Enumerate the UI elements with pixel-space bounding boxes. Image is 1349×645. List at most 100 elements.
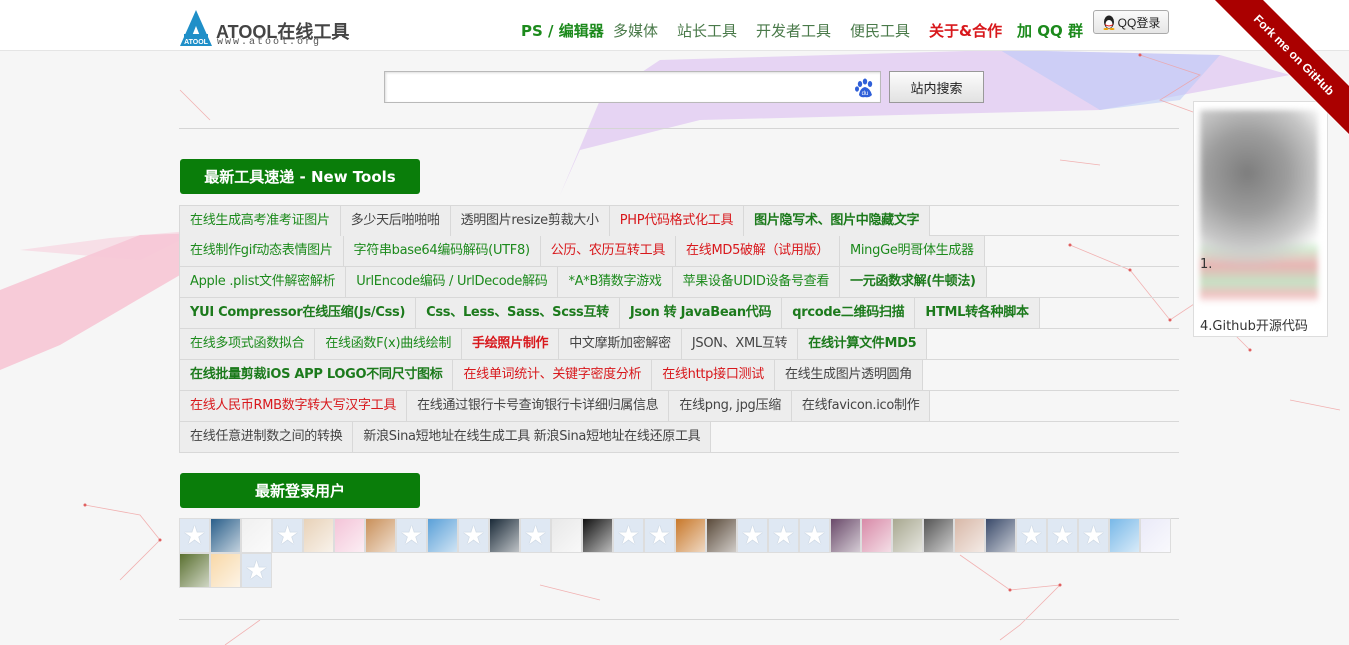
tool-link[interactable]: 在线通过银行卡号查询银行卡详细归属信息 [407, 391, 670, 421]
side-panel-item-4[interactable]: 4.Github开源代码 [1200, 315, 1308, 334]
user-avatar[interactable] [892, 518, 923, 553]
tool-link[interactable]: MingGe明哥体生成器 [839, 236, 985, 266]
tool-link[interactable]: 透明图片resize剪裁大小 [450, 206, 610, 236]
search-input[interactable] [385, 72, 845, 100]
user-avatar[interactable] [985, 518, 1016, 553]
user-avatar[interactable] [210, 518, 241, 553]
tool-link[interactable]: 手绘照片制作 [462, 329, 560, 359]
default-avatar-star-icon[interactable]: ★ [737, 518, 768, 553]
tool-link[interactable]: 在线人民币RMB数字转大写汉字工具 [179, 391, 408, 421]
star-icon: ★ [523, 520, 548, 551]
nav-item-about[interactable]: 关于&合作 [929, 20, 1002, 41]
default-avatar-star-icon[interactable]: ★ [520, 518, 551, 553]
default-avatar-star-icon[interactable]: ★ [1078, 518, 1109, 553]
user-avatar[interactable] [241, 518, 272, 553]
tool-link[interactable]: qrcode二维码扫描 [782, 298, 916, 328]
tool-link[interactable]: 在线计算文件MD5 [798, 329, 928, 359]
divider-bottom [179, 619, 1179, 620]
recent-users-heading: 最新登录用户 [180, 473, 420, 508]
baidu-paw-icon[interactable]: du [854, 77, 876, 99]
user-avatar[interactable] [551, 518, 582, 553]
github-ribbon[interactable]: Fork me on GitHub [1199, 0, 1349, 150]
tool-link[interactable]: HTML转各种脚本 [915, 298, 1040, 328]
user-avatar[interactable] [334, 518, 365, 553]
tool-row: YUI Compressor在线压缩(Js/Css) Css、Less、Sass、… [179, 298, 1179, 329]
top-navbar: ATOOL ATOOL在线工具 www.atool.org PS / 编辑器 多… [0, 0, 1349, 51]
new-tools-heading: 最新工具速递 - New Tools [180, 159, 420, 194]
default-avatar-star-icon[interactable]: ★ [396, 518, 427, 553]
default-avatar-star-icon[interactable]: ★ [179, 518, 210, 553]
tool-link[interactable]: 多少天后啪啪啪 [340, 206, 451, 236]
user-avatar[interactable] [427, 518, 458, 553]
site-logo[interactable]: ATOOL ATOOL在线工具 www.atool.org [178, 9, 363, 49]
tool-link[interactable]: 在线生成高考准考证图片 [179, 206, 341, 236]
nav-item-multimedia[interactable]: 多媒体 [613, 20, 658, 41]
user-avatar[interactable] [954, 518, 985, 553]
tool-link[interactable]: 公历、农历互转工具 [540, 236, 677, 266]
tool-row: Apple .plist文件解密解析 UrlEncode编码 / UrlDecod… [179, 267, 1179, 298]
tool-link[interactable]: 在线任意进制数之间的转换 [179, 422, 354, 452]
tool-link[interactable]: 苹果设备UDID设备号查看 [672, 267, 841, 297]
user-avatar[interactable] [706, 518, 737, 553]
tool-link[interactable]: 在线批量剪裁iOS APP LOGO不同尺寸图标 [179, 360, 454, 390]
tool-link[interactable]: 在线生成图片透明圆角 [774, 360, 923, 390]
default-avatar-star-icon[interactable]: ★ [613, 518, 644, 553]
tool-link[interactable]: JSON、XML互转 [681, 329, 799, 359]
tool-link[interactable]: 图片隐写术、图片中隐藏文字 [744, 206, 931, 236]
tool-link[interactable]: 在线MD5破解（试用版） [676, 236, 840, 266]
svg-text:du: du [862, 91, 869, 97]
nav-item-convenience-tools[interactable]: 便民工具 [850, 20, 910, 41]
tool-link[interactable]: 中文摩斯加密解密 [559, 329, 682, 359]
star-icon: ★ [647, 520, 672, 551]
qq-login-button[interactable]: QQ登录 [1093, 10, 1169, 34]
user-avatar[interactable] [582, 518, 613, 553]
tool-link[interactable]: 新浪Sina短地址在线生成工具 新浪Sina短地址在线还原工具 [353, 422, 712, 452]
default-avatar-star-icon[interactable]: ★ [799, 518, 830, 553]
default-avatar-star-icon[interactable]: ★ [644, 518, 675, 553]
tool-link[interactable]: UrlEncode编码 / UrlDecode解码 [346, 267, 559, 297]
tool-link[interactable]: 一元函数求解(牛顿法) [840, 267, 987, 297]
user-avatar[interactable] [179, 553, 210, 588]
default-avatar-star-icon[interactable]: ★ [1047, 518, 1078, 553]
tool-link[interactable]: PHP代码格式化工具 [609, 206, 745, 236]
user-avatar[interactable] [861, 518, 892, 553]
tool-row: 在线制作gif动态表情图片 字符串base64编码解码(UTF8) 公历、农历互转工… [179, 236, 1179, 267]
star-icon: ★ [1081, 520, 1106, 551]
nav-item-qq-group[interactable]: 加 QQ 群 [1017, 20, 1083, 41]
default-avatar-star-icon[interactable]: ★ [458, 518, 489, 553]
qq-login-label: QQ登录 [1117, 15, 1161, 30]
tool-link[interactable]: 在线制作gif动态表情图片 [179, 236, 344, 266]
tool-link[interactable]: Css、Less、Sass、Scss互转 [416, 298, 620, 328]
user-avatar[interactable] [365, 518, 396, 553]
user-avatar[interactable] [923, 518, 954, 553]
default-avatar-star-icon[interactable]: ★ [272, 518, 303, 553]
tool-link[interactable]: 在线函数F(x)曲线绘制 [315, 329, 463, 359]
nav-item-ps-editor[interactable]: PS / 编辑器 [521, 20, 604, 41]
tool-row: 在线批量剪裁iOS APP LOGO不同尺寸图标 在线单词统计、关键字密度分析 在线… [179, 360, 1179, 391]
user-avatar[interactable] [1140, 518, 1171, 553]
tool-link[interactable]: 在线多项式函数拟合 [179, 329, 316, 359]
tool-link[interactable]: 在线favicon.ico制作 [791, 391, 931, 421]
default-avatar-star-icon[interactable]: ★ [1016, 518, 1047, 553]
tool-link[interactable]: 字符串base64编码解码(UTF8) [343, 236, 541, 266]
user-avatar[interactable] [1109, 518, 1140, 553]
user-avatar[interactable] [303, 518, 334, 553]
tool-link[interactable]: Json 转 JavaBean代码 [619, 298, 783, 328]
tool-link[interactable]: 在线单词统计、关键字密度分析 [453, 360, 653, 390]
tool-link[interactable]: 在线http接口测试 [652, 360, 775, 390]
tool-link[interactable]: YUI Compressor在线压缩(Js/Css) [179, 298, 417, 328]
site-search-button[interactable]: 站内搜索 [889, 71, 984, 103]
user-avatar[interactable] [675, 518, 706, 553]
tool-link[interactable]: *A*B猜数字游戏 [558, 267, 673, 297]
recent-users-list: ★ ★ ★ ★ ★ ★ ★ ★ ★ ★ ★ ★ ★ ★ [179, 518, 1171, 588]
nav-item-developer-tools[interactable]: 开发者工具 [756, 20, 831, 41]
default-avatar-star-icon[interactable]: ★ [241, 553, 272, 588]
user-avatar[interactable] [830, 518, 861, 553]
tool-link[interactable]: Apple .plist文件解密解析 [179, 267, 347, 297]
side-panel-item-1[interactable]: 1. [1200, 257, 1212, 272]
tool-link[interactable]: 在线png, jpg压缩 [669, 391, 792, 421]
user-avatar[interactable] [210, 553, 241, 588]
nav-item-webmaster-tools[interactable]: 站长工具 [677, 20, 737, 41]
user-avatar[interactable] [489, 518, 520, 553]
default-avatar-star-icon[interactable]: ★ [768, 518, 799, 553]
